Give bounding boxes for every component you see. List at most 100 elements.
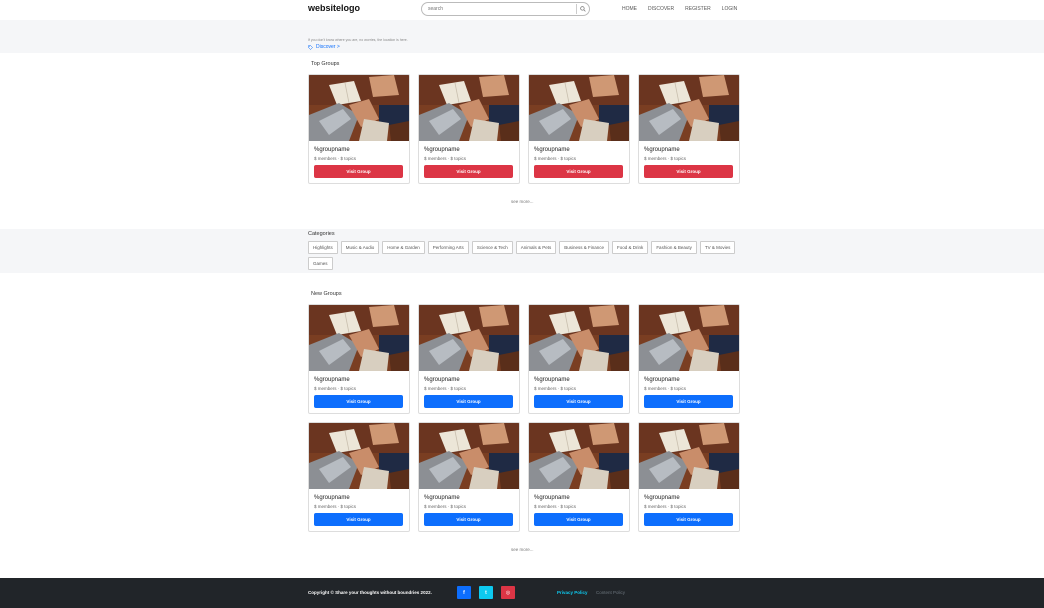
group-card: %groupname $ members · $ topics Visit Grou…	[528, 74, 630, 184]
group-image[interactable]	[639, 305, 739, 371]
group-photo	[639, 305, 739, 371]
card-body: %groupname $ members · $ topics Visit Grou…	[529, 141, 629, 183]
location-banner: If you don't know where you are, no worr…	[0, 20, 1044, 53]
group-photo	[419, 75, 519, 141]
nav-discover[interactable]: DISCOVER	[648, 6, 674, 12]
nav-home[interactable]: HOME	[622, 6, 637, 12]
group-card: %groupname $ members · $ topics Visit Grou…	[418, 304, 520, 414]
instagram-button[interactable]: ◎	[501, 586, 515, 599]
category-chip[interactable]: Fashion & Beauty	[651, 241, 697, 254]
visit-group-button[interactable]: Visit Group	[644, 165, 733, 178]
group-card: %groupname $ members · $ topics Visit Grou…	[308, 304, 410, 414]
card-body: %groupname $ members · $ topics Visit Grou…	[309, 141, 409, 183]
twitter-button[interactable]: t	[479, 586, 493, 599]
visit-group-button[interactable]: Visit Group	[314, 513, 403, 526]
group-image[interactable]	[419, 423, 519, 489]
group-name[interactable]: %groupname	[534, 495, 624, 501]
group-name[interactable]: %groupname	[314, 495, 404, 501]
visit-group-button[interactable]: Visit Group	[534, 513, 623, 526]
privacy-policy-link[interactable]: Privacy Policy	[557, 590, 588, 595]
group-meta: $ members · $ topics	[314, 386, 357, 391]
top-groups-see-more[interactable]: see more...	[511, 199, 534, 204]
nav-register[interactable]: REGISTER	[685, 6, 711, 12]
group-name[interactable]: %groupname	[424, 495, 514, 501]
group-image[interactable]	[529, 75, 629, 141]
category-chip[interactable]: Animals & Pets	[515, 241, 557, 254]
visit-group-button[interactable]: Visit Group	[424, 165, 513, 178]
page: websitelogo HOME DISCOVER REGISTER LOGIN…	[0, 0, 1044, 608]
visit-group-button[interactable]: Visit Group	[644, 513, 733, 526]
card-body: %groupname $ members · $ topics Visit Grou…	[419, 141, 519, 183]
group-card: %groupname $ members · $ topics Visit Grou…	[638, 304, 740, 414]
main-nav: HOME DISCOVER REGISTER LOGIN	[622, 6, 737, 12]
new-groups-see-more[interactable]: see more...	[511, 547, 534, 552]
search-button[interactable]	[576, 4, 588, 14]
group-card: %groupname $ members · $ topics Visit Grou…	[308, 422, 410, 532]
banner-text: If you don't know where you are, no worr…	[308, 38, 408, 42]
category-chip[interactable]: Home & Garden	[382, 241, 425, 254]
visit-group-button[interactable]: Visit Group	[424, 395, 513, 408]
group-photo	[419, 305, 519, 371]
card-body: %groupname $ members · $ topics Visit Grou…	[419, 489, 519, 531]
group-image[interactable]	[309, 423, 409, 489]
group-name[interactable]: %groupname	[644, 495, 734, 501]
header: websitelogo HOME DISCOVER REGISTER LOGIN	[0, 0, 1044, 20]
group-photo	[309, 75, 409, 141]
group-name[interactable]: %groupname	[424, 147, 514, 153]
group-image[interactable]	[529, 305, 629, 371]
categories-section: Categories Highlights Music & Audio Home &…	[0, 229, 1044, 273]
group-image[interactable]	[529, 423, 629, 489]
visit-group-button[interactable]: Visit Group	[314, 165, 403, 178]
category-chips: Highlights Music & Audio Home & Garden Perf…	[308, 241, 738, 270]
group-name[interactable]: %groupname	[534, 147, 624, 153]
visit-group-button[interactable]: Visit Group	[534, 165, 623, 178]
category-chip[interactable]: Games	[308, 257, 333, 270]
group-image[interactable]	[639, 423, 739, 489]
search-input[interactable]	[428, 4, 568, 14]
group-name[interactable]: %groupname	[424, 377, 514, 383]
group-name[interactable]: %groupname	[644, 147, 734, 153]
content-policy-link[interactable]: Content Policy	[596, 590, 625, 595]
category-chip[interactable]: Science & Tech	[471, 241, 513, 254]
site-logo[interactable]: websitelogo	[308, 3, 360, 13]
card-body: %groupname $ members · $ topics Visit Grou…	[639, 141, 739, 183]
copyright-text: Copyright © Share your thoughts without …	[308, 590, 432, 595]
group-meta: $ members · $ topics	[534, 504, 577, 509]
category-chip[interactable]: Highlights	[308, 241, 338, 254]
group-name[interactable]: %groupname	[314, 147, 404, 153]
group-image[interactable]	[419, 75, 519, 141]
group-card: %groupname $ members · $ topics Visit Grou…	[638, 422, 740, 532]
group-meta: $ members · $ topics	[644, 386, 687, 391]
group-photo	[529, 75, 629, 141]
facebook-button[interactable]: f	[457, 586, 471, 599]
category-chip[interactable]: Music & Audio	[340, 241, 380, 254]
nav-login[interactable]: LOGIN	[722, 6, 738, 12]
group-image[interactable]	[419, 305, 519, 371]
category-chip[interactable]: Food & Drink	[612, 241, 649, 254]
card-body: %groupname $ members · $ topics Visit Grou…	[639, 371, 739, 413]
group-name[interactable]: %groupname	[314, 377, 404, 383]
group-image[interactable]	[309, 305, 409, 371]
facebook-icon: f	[463, 589, 465, 596]
group-meta: $ members · $ topics	[534, 156, 577, 161]
group-name[interactable]: %groupname	[534, 377, 624, 383]
visit-group-button[interactable]: Visit Group	[424, 513, 513, 526]
visit-group-button[interactable]: Visit Group	[534, 395, 623, 408]
search-icon	[579, 6, 586, 12]
group-card: %groupname $ members · $ topics Visit Grou…	[528, 304, 630, 414]
group-image[interactable]	[309, 75, 409, 141]
visit-group-button[interactable]: Visit Group	[314, 395, 403, 408]
group-image[interactable]	[639, 75, 739, 141]
card-body: %groupname $ members · $ topics Visit Grou…	[529, 371, 629, 413]
category-chip[interactable]: TV & Movies	[699, 241, 736, 254]
group-card: %groupname $ members · $ topics Visit Grou…	[418, 74, 520, 184]
card-body: %groupname $ members · $ topics Visit Grou…	[639, 489, 739, 531]
group-name[interactable]: %groupname	[644, 377, 734, 383]
group-card: %groupname $ members · $ topics Visit Grou…	[638, 74, 740, 184]
discover-link[interactable]: Discover >	[308, 44, 340, 50]
category-chip[interactable]: Performing Arts	[427, 241, 469, 254]
group-meta: $ members · $ topics	[644, 156, 687, 161]
group-meta: $ members · $ topics	[424, 156, 467, 161]
visit-group-button[interactable]: Visit Group	[644, 395, 733, 408]
category-chip[interactable]: Business & Finance	[559, 241, 610, 254]
